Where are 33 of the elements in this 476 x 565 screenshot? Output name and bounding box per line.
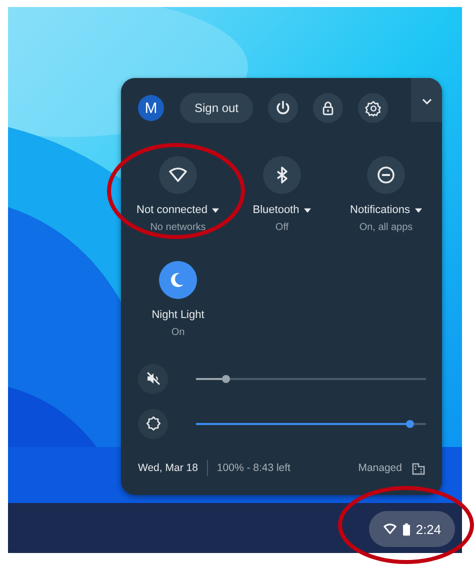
brightness-icon[interactable] (138, 408, 168, 438)
sign-out-button[interactable]: Sign out (180, 93, 253, 123)
toggle-status: On (171, 327, 185, 338)
toggle-button[interactable] (159, 261, 197, 299)
toggle-button[interactable] (263, 156, 301, 194)
wifi-icon (382, 522, 397, 536)
moon-icon (168, 270, 188, 290)
toggle-button[interactable] (367, 156, 405, 194)
building-icon (412, 462, 425, 474)
power-icon[interactable] (268, 93, 298, 123)
toggle-status: On, all apps (359, 222, 413, 233)
date-text[interactable]: Wed, Mar 18 (138, 462, 198, 474)
caret-icon[interactable] (414, 208, 422, 212)
caret-icon[interactable] (304, 208, 312, 212)
avatar[interactable]: M (138, 95, 164, 121)
settings-icon[interactable] (358, 93, 388, 123)
muted-speaker-icon[interactable] (138, 364, 168, 394)
caret-icon[interactable] (212, 208, 220, 212)
toggle-label[interactable]: Notifications (350, 204, 410, 216)
toggle-status: No networks (150, 222, 206, 233)
managed-label[interactable]: Managed (358, 462, 402, 474)
toggle-status: Off (275, 222, 289, 233)
status-tray[interactable]: 2:24 (369, 511, 455, 547)
collapse-button[interactable] (411, 78, 442, 122)
wifi-icon (168, 165, 188, 185)
do-not-disturb-icon (376, 165, 396, 185)
toggle-label[interactable]: Bluetooth (252, 204, 300, 216)
battery-icon (402, 522, 410, 536)
battery-status: 100% - 8:43 left (216, 462, 290, 474)
toggle-label[interactable]: Not connected (136, 204, 208, 216)
lock-icon[interactable] (313, 93, 343, 123)
toggle-label[interactable]: Night Light (152, 309, 204, 321)
toggle-button[interactable] (159, 156, 197, 194)
